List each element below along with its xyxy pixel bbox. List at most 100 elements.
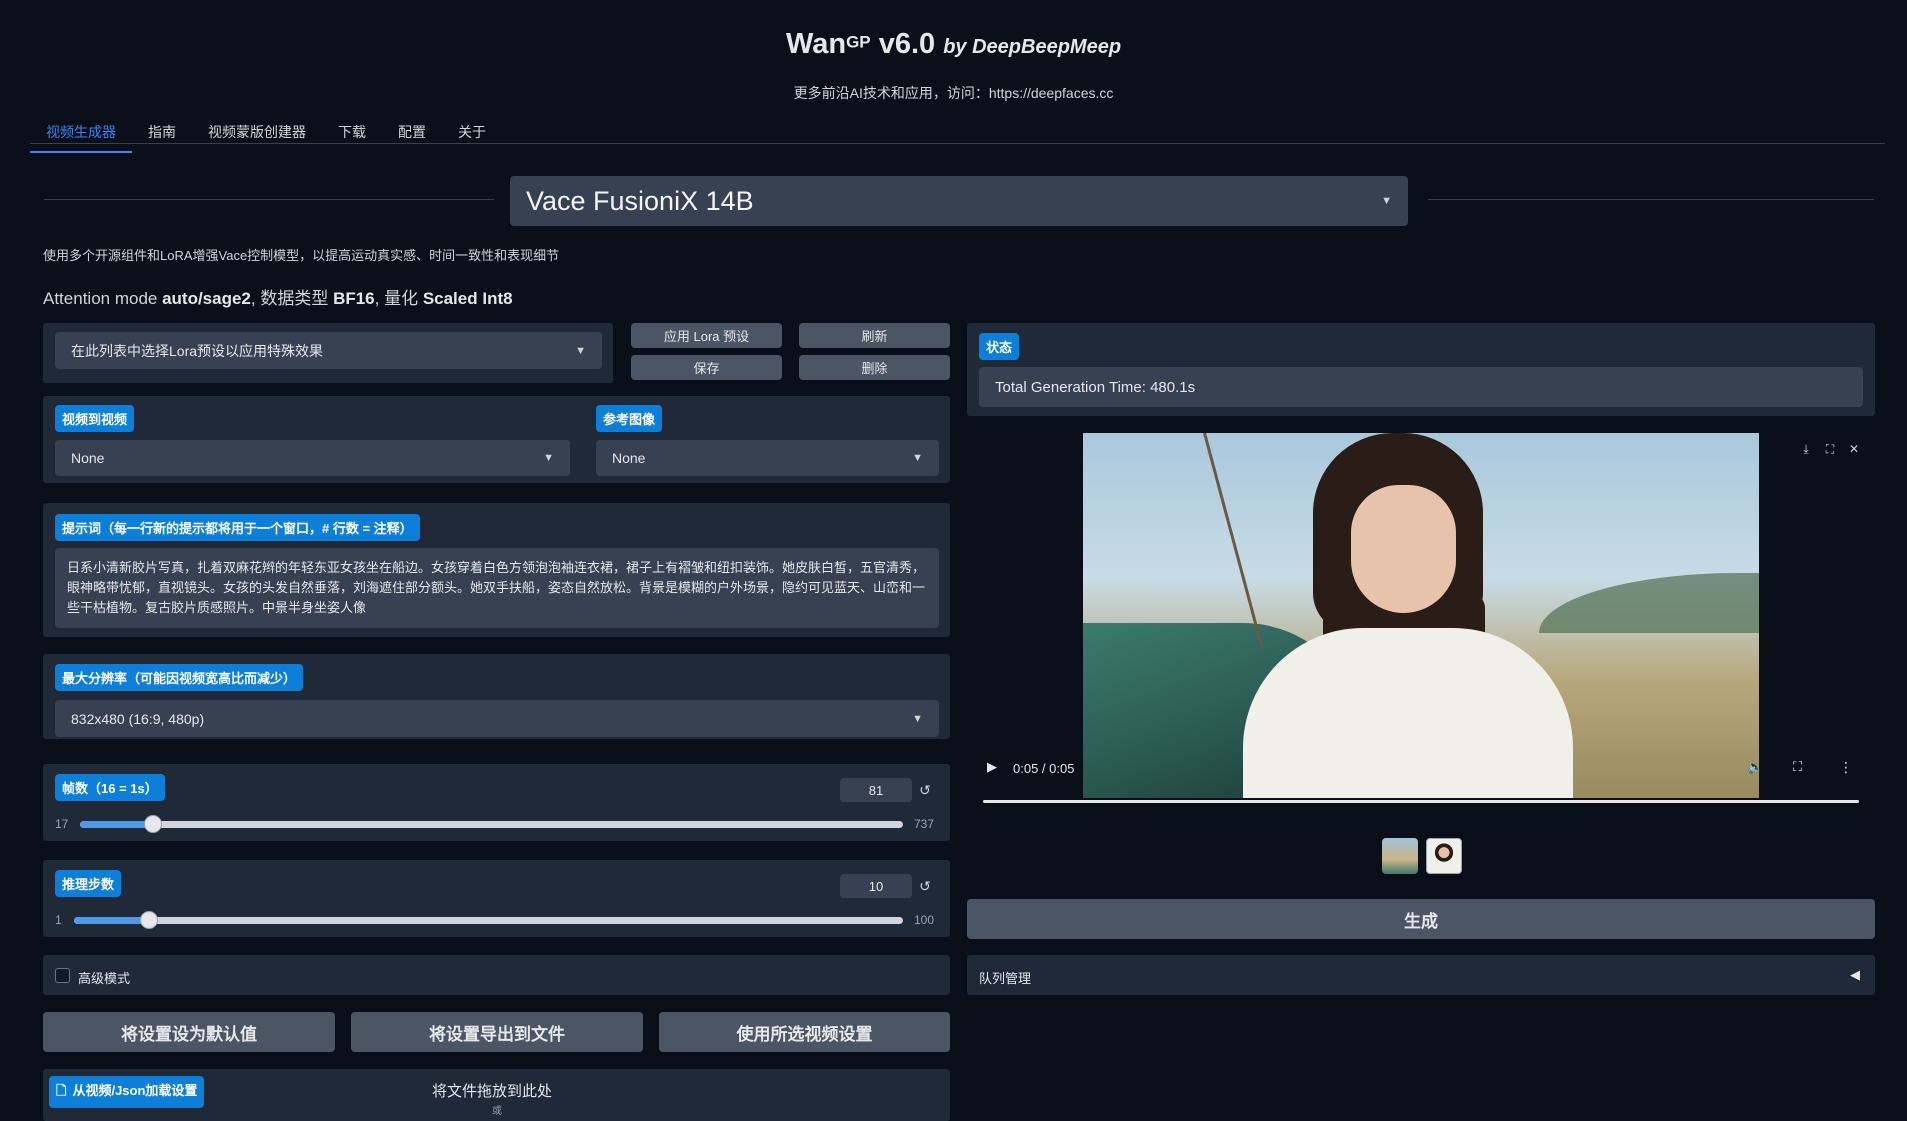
load-settings-text: 从视频/Json加载设置 bbox=[72, 1083, 198, 1098]
divider-left bbox=[44, 199, 494, 200]
export-settings-button[interactable]: 将设置导出到文件 bbox=[351, 1012, 643, 1052]
refresh-button[interactable]: 刷新 bbox=[799, 323, 950, 348]
steps-slider[interactable] bbox=[74, 911, 903, 929]
steps-input[interactable]: 10 bbox=[840, 874, 912, 898]
model-select[interactable]: Vace FusioniX 14B ▼ bbox=[510, 176, 1408, 226]
video-to-video-label: 视频到视频 bbox=[55, 405, 135, 432]
drop-text: 将文件拖放到此处 bbox=[432, 1083, 553, 1100]
lora-preset-select[interactable]: 在此列表中选择Lora预设以应用特殊效果 ▼ bbox=[55, 332, 602, 369]
set-default-button[interactable]: 将设置设为默认值 bbox=[43, 1012, 335, 1052]
attention-quant: Scaled Int8 bbox=[422, 289, 513, 308]
attention-mode: auto/sage2 bbox=[162, 289, 251, 308]
tab-downloads[interactable]: 下载 bbox=[322, 120, 382, 153]
tab-video-generator[interactable]: 视频生成器 bbox=[30, 120, 132, 153]
video-girl-face bbox=[1351, 485, 1456, 613]
attention-info: Attention mode auto/sage2, 数据类型 BF16, 量化… bbox=[43, 284, 513, 309]
volume-icon[interactable]: 🔈 bbox=[1747, 759, 1763, 775]
attention-prefix: Attention mode bbox=[43, 289, 163, 308]
app-name: Wan bbox=[785, 28, 847, 60]
frames-slider[interactable] bbox=[80, 815, 903, 833]
chevron-down-icon: ▼ bbox=[575, 344, 586, 357]
download-icon[interactable]: ⤓ bbox=[1797, 440, 1815, 458]
video-gallery bbox=[1382, 838, 1462, 874]
load-settings-label: 🗋 从视频/Json加载设置 bbox=[49, 1076, 205, 1108]
tab-guide[interactable]: 指南 bbox=[132, 120, 192, 153]
collapse-arrow-icon[interactable]: ◀ bbox=[1850, 967, 1860, 983]
play-icon[interactable]: ▶ bbox=[987, 759, 997, 775]
reset-icon[interactable]: ↺ bbox=[913, 874, 937, 898]
video-toolbar: ⤓ ⛶ ✕ bbox=[1797, 440, 1863, 458]
close-icon[interactable]: ✕ bbox=[1845, 440, 1863, 458]
advanced-panel bbox=[43, 955, 950, 995]
video-hill bbox=[1539, 573, 1759, 633]
tab-config[interactable]: 配置 bbox=[382, 120, 442, 153]
apply-lora-button[interactable]: 应用 Lora 预设 bbox=[631, 323, 782, 348]
advanced-mode-checkbox[interactable] bbox=[55, 968, 70, 983]
queue-label: 队列管理 bbox=[979, 971, 1032, 986]
gallery-thumbnail[interactable] bbox=[1382, 838, 1418, 874]
file-icon: 🗋 bbox=[56, 1083, 67, 1098]
steps-min: 1 bbox=[55, 913, 62, 927]
drop-subtext: 或 bbox=[492, 1106, 502, 1117]
video-to-video-select[interactable]: None ▼ bbox=[55, 440, 570, 476]
reference-image-value: None bbox=[612, 450, 646, 466]
use-selected-settings-button[interactable]: 使用所选视频设置 bbox=[659, 1012, 950, 1052]
reference-image-select[interactable]: None ▼ bbox=[596, 440, 939, 476]
chevron-down-icon: ▼ bbox=[912, 712, 923, 725]
delete-button[interactable]: 删除 bbox=[799, 355, 950, 380]
steps-max: 100 bbox=[914, 913, 935, 927]
lora-preset-placeholder: 在此列表中选择Lora预设以应用特殊效果 bbox=[71, 342, 324, 359]
prompt-label: 提示词（每一行新的提示都将用于一个窗口，# 行数 = 注释） bbox=[55, 514, 420, 541]
fullscreen-icon[interactable]: ⛶ bbox=[1793, 759, 1802, 775]
app-title: WanGP v6.0 by DeepBeepMeep bbox=[0, 28, 1907, 61]
reset-icon[interactable]: ↺ bbox=[913, 778, 937, 802]
tab-about[interactable]: 关于 bbox=[442, 120, 502, 153]
gallery-thumbnail[interactable] bbox=[1426, 838, 1462, 874]
steps-panel bbox=[43, 860, 950, 937]
fullscreen-icon[interactable]: ⛶ bbox=[1821, 440, 1839, 458]
video-frame bbox=[1083, 433, 1759, 798]
frames-input[interactable]: 81 bbox=[840, 778, 912, 802]
attention-sep-quant: , 量化 bbox=[374, 289, 423, 308]
chevron-down-icon: ▼ bbox=[912, 452, 923, 464]
attention-dtype: BF16 bbox=[333, 289, 375, 308]
model-select-value: Vace FusioniX 14B bbox=[526, 185, 754, 216]
frames-min: 17 bbox=[55, 817, 69, 831]
advanced-mode-label: 高级模式 bbox=[78, 971, 131, 986]
frames-panel bbox=[43, 764, 950, 841]
chevron-down-icon: ▼ bbox=[1381, 195, 1392, 207]
main-tabs: 视频生成器 指南 视频蒙版创建器 下载 配置 关于 bbox=[30, 120, 502, 153]
resolution-value: 832x480 (16:9, 480p) bbox=[71, 710, 205, 727]
video-time: 0:05 / 0:05 bbox=[1013, 761, 1075, 776]
model-description: 使用多个开源组件和LoRA增强Vace控制模型，以提高运动真实感、时间一致性和表… bbox=[43, 248, 560, 263]
app-subtitle: 更多前沿AI技术和应用，访问：https://deepfaces.cc bbox=[793, 85, 1114, 101]
tabs-divider bbox=[30, 143, 1885, 144]
more-vert-icon[interactable]: ⋮ bbox=[1839, 759, 1853, 776]
status-value: Total Generation Time: 480.1s bbox=[979, 367, 1863, 407]
video-player[interactable]: ⤓ ⛶ ✕ ▶ 0:05 / 0:05 🔈 ⛶ ⋮ bbox=[967, 432, 1875, 824]
video-rope bbox=[1203, 433, 1263, 646]
steps-label: 推理步数 bbox=[55, 870, 122, 897]
app-version: v6.0 bbox=[870, 28, 944, 60]
reference-image-label: 参考图像 bbox=[596, 405, 663, 432]
queue-panel[interactable] bbox=[967, 955, 1875, 995]
attention-sep-dtype: , 数据类型 bbox=[250, 289, 334, 308]
video-controls: ▶ 0:05 / 0:05 🔈 ⛶ ⋮ bbox=[967, 754, 1875, 784]
frames-slider-fill bbox=[80, 821, 154, 828]
status-label: 状态 bbox=[979, 333, 1020, 360]
tab-mask-creator[interactable]: 视频蒙版创建器 bbox=[192, 120, 322, 153]
prompt-textarea[interactable]: 日系小清新胶片写真，扎着双麻花辫的年轻东亚女孩坐在船边。女孩穿着白色方领泡泡袖连… bbox=[55, 548, 939, 628]
generate-button[interactable]: 生成 bbox=[967, 899, 1875, 939]
resolution-select[interactable]: 832x480 (16:9, 480p) ▼ bbox=[55, 700, 939, 737]
resolution-label: 最大分辨率（可能因视频宽高比而减少） bbox=[55, 664, 304, 691]
frames-label: 帧数（16 = 1s） bbox=[55, 774, 165, 801]
app-author: by DeepBeepMeep bbox=[943, 36, 1122, 58]
steps-slider-fill bbox=[74, 917, 150, 924]
save-button[interactable]: 保存 bbox=[631, 355, 782, 380]
video-progress-bar[interactable] bbox=[983, 800, 1859, 803]
app-sup: GP bbox=[846, 32, 871, 52]
video-to-video-value: None bbox=[71, 450, 105, 466]
divider-right bbox=[1428, 199, 1874, 200]
frames-max: 737 bbox=[914, 817, 935, 831]
chevron-down-icon: ▼ bbox=[543, 452, 554, 464]
